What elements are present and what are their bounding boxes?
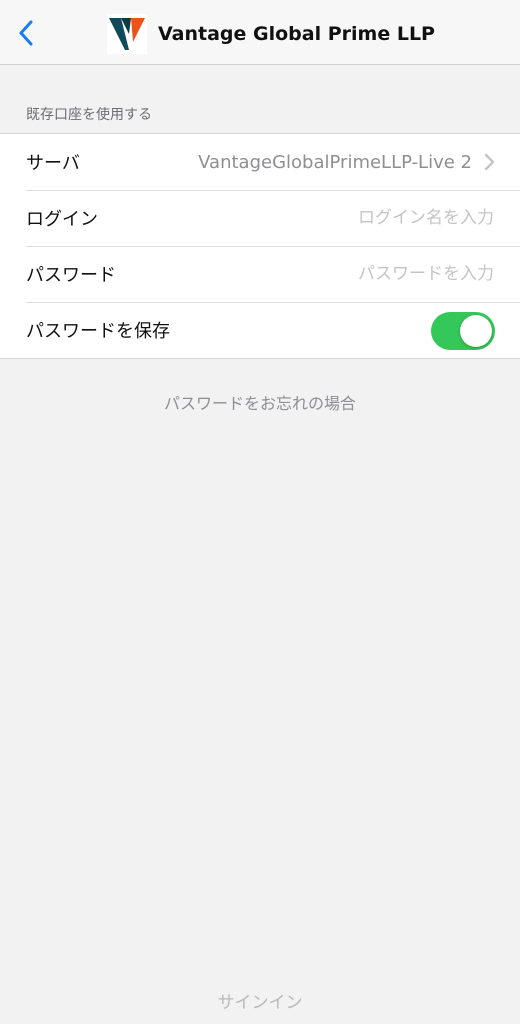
- forgot-password-link[interactable]: パスワードをお忘れの場合: [0, 390, 520, 414]
- section-header: 既存口座を使用する: [26, 107, 152, 123]
- back-button[interactable]: [10, 16, 42, 50]
- page-title: Vantage Global Prime LLP: [158, 23, 435, 45]
- server-value: VantageGlobalPrimeLLP-Live 2: [198, 151, 472, 173]
- login-screen: Vantage Global Prime LLP 既存口座を使用する サーバ V…: [0, 0, 520, 1024]
- toggle-knob: [460, 315, 492, 347]
- login-label: ログイン: [26, 209, 98, 230]
- password-row: パスワード: [0, 246, 520, 302]
- brand: Vantage Global Prime LLP: [107, 14, 435, 54]
- password-label: パスワード: [26, 265, 116, 286]
- chevron-left-icon: [19, 20, 33, 46]
- login-input[interactable]: [234, 208, 494, 228]
- chevron-right-icon: [484, 153, 495, 171]
- sign-in-button[interactable]: サインイン: [0, 988, 520, 1013]
- save-password-toggle[interactable]: [431, 312, 495, 350]
- save-password-label: パスワードを保存: [26, 321, 170, 342]
- server-label: サーバ: [26, 153, 80, 174]
- account-form: サーバ VantageGlobalPrimeLLP-Live 2 ログイン パス…: [0, 133, 520, 359]
- server-row[interactable]: サーバ VantageGlobalPrimeLLP-Live 2: [0, 134, 520, 190]
- login-row: ログイン: [0, 190, 520, 246]
- navigation-bar: Vantage Global Prime LLP: [0, 0, 520, 65]
- save-password-row: パスワードを保存: [0, 302, 520, 358]
- vantage-logo-icon: [107, 14, 147, 54]
- password-input[interactable]: [234, 264, 494, 284]
